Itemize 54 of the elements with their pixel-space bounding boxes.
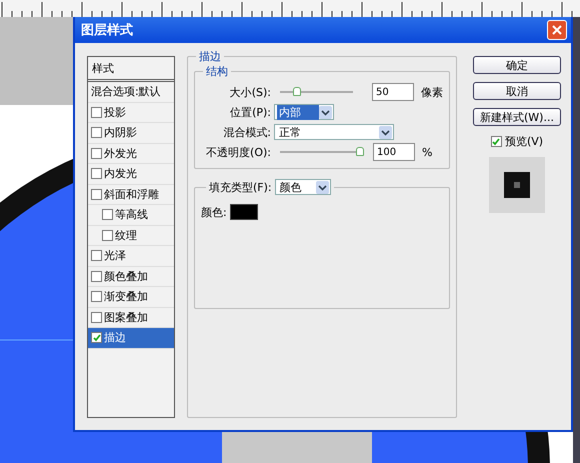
style-list-item[interactable]: 内阴影 xyxy=(88,123,174,144)
preview-square-icon xyxy=(504,172,530,198)
dialog-button[interactable]: 取消 xyxy=(473,82,561,100)
style-list-item[interactable]: 纹理 xyxy=(88,226,174,246)
checkbox[interactable] xyxy=(91,270,102,282)
unit-label: % xyxy=(422,146,432,158)
checkbox[interactable] xyxy=(91,106,102,118)
checkbox[interactable] xyxy=(91,168,102,180)
checkbox[interactable] xyxy=(91,188,102,200)
color-swatch[interactable] xyxy=(230,204,258,220)
unit-label: 像素 xyxy=(421,84,443,100)
style-list-item[interactable]: 外发光 xyxy=(88,144,174,164)
dialog-button[interactable]: 确定 xyxy=(473,56,561,74)
field-label: 颜色: xyxy=(201,204,227,220)
blend-mode-dropdown[interactable]: 正常 xyxy=(274,124,394,140)
group-title: 描边 xyxy=(196,49,224,64)
checkbox[interactable] xyxy=(91,148,102,159)
checked-checkbox[interactable] xyxy=(91,332,102,344)
field-label: 位置(P): xyxy=(229,104,271,120)
preview-label: 预览(V) xyxy=(504,134,544,149)
style-list-item[interactable]: 渐变叠加 xyxy=(88,287,174,308)
checkbox[interactable] xyxy=(102,230,113,241)
checkbox[interactable] xyxy=(91,312,102,323)
field-label: 混合模式: xyxy=(222,124,271,140)
slider-track[interactable] xyxy=(280,87,354,97)
checkbox[interactable] xyxy=(91,291,102,302)
position-dropdown[interactable]: 内部 xyxy=(274,104,334,120)
field-label: 大小(S): xyxy=(228,84,271,100)
style-list-item[interactable]: 内发光 xyxy=(88,164,174,184)
fill-type-dropdown[interactable]: 颜色 xyxy=(274,179,331,195)
style-list-item[interactable]: 等高线 xyxy=(88,205,174,226)
field-label: 不透明度(O): xyxy=(205,144,271,160)
style-list-item[interactable]: 颜色叠加 xyxy=(88,266,174,287)
close-icon[interactable] xyxy=(552,25,562,35)
checkbox[interactable] xyxy=(91,250,102,262)
slider-thumb[interactable] xyxy=(356,147,364,156)
opacity-input[interactable]: 100 xyxy=(373,143,415,161)
style-list-item[interactable]: 光泽 xyxy=(88,246,174,266)
checkbox[interactable] xyxy=(102,209,113,220)
style-list-item[interactable]: 描边 xyxy=(88,328,174,348)
checked-checkbox[interactable] xyxy=(490,136,502,147)
slider-thumb[interactable] xyxy=(293,87,301,96)
group-title: 结构 xyxy=(203,64,231,79)
style-list-item[interactable]: 混合选项:默认 xyxy=(88,82,174,102)
slider-track[interactable] xyxy=(280,147,364,157)
checkbox[interactable] xyxy=(91,127,102,138)
style-list-item[interactable]: 斜面和浮雕 xyxy=(88,184,174,205)
field-label: 填充类型(F): xyxy=(209,180,272,194)
dialog-button[interactable]: 新建样式(W)... xyxy=(473,108,561,126)
window-title: 图层样式 xyxy=(81,22,133,39)
size-input[interactable]: 50 xyxy=(372,83,414,101)
close-button[interactable] xyxy=(547,20,567,40)
styles-list-header: 样式 xyxy=(88,57,174,82)
style-list-item[interactable]: 投影 xyxy=(88,102,174,123)
